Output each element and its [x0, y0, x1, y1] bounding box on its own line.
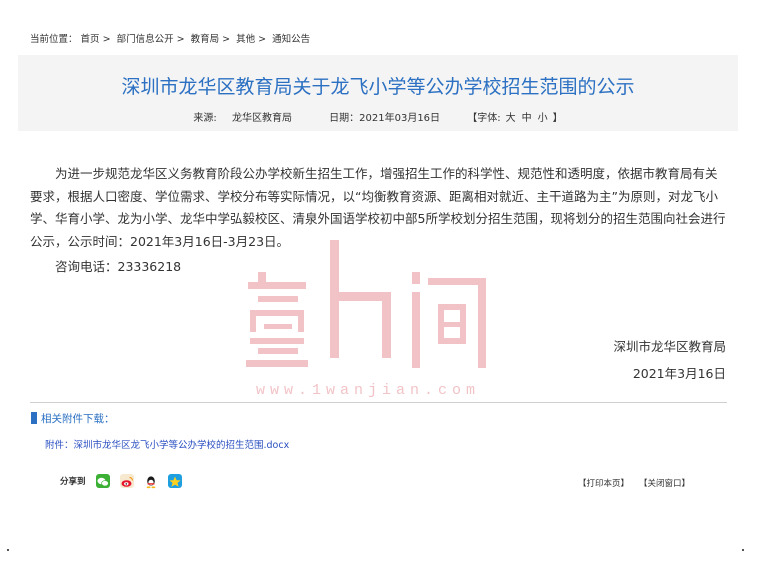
breadcrumb-home[interactable]: 首页	[81, 34, 100, 45]
watermark-logo: www.1wanjian.com	[246, 240, 486, 399]
source-label: 来源:	[193, 113, 217, 124]
page-title: 深圳市龙华区教育局关于龙飞小学等公办学校招生范围的公示	[121, 76, 635, 98]
corner-marker	[7, 549, 9, 551]
share-label: 分享到	[60, 477, 86, 487]
font-size-large-button[interactable]: 大	[506, 113, 516, 124]
contact-phone: 咨询电话：23336218	[55, 259, 182, 274]
publish-date: 日期：2021年03月16日	[329, 113, 441, 124]
breadcrumb-separator: >	[222, 34, 231, 45]
article-header: 深圳市龙华区教育局关于龙飞小学等公办学校招生范围的公示 来源: 龙华区教育局 日…	[18, 55, 738, 131]
share-bar: 分享到	[60, 474, 192, 489]
divider	[30, 402, 727, 403]
wechat-icon[interactable]	[95, 474, 110, 488]
breadcrumb-dept-info[interactable]: 部门信息公开	[117, 34, 174, 45]
font-size-label: 【字体:	[467, 113, 501, 124]
breadcrumb-separator: >	[102, 34, 111, 45]
article-meta: 来源: 龙华区教育局 日期：2021年03月16日 【字体: 大中小】	[18, 109, 738, 124]
font-size-close: 】	[552, 113, 563, 124]
watermark-text: www.1wanjian.com	[256, 382, 480, 399]
print-page-button[interactable]: 【打印本页】	[578, 477, 629, 489]
corner-marker	[742, 549, 744, 551]
breadcrumb: 当前位置： 首页 > 部门信息公开 > 教育局 > 其他 > 通知公告	[30, 31, 310, 45]
weibo-icon[interactable]	[119, 474, 134, 488]
breadcrumb-prefix: 当前位置：	[30, 34, 78, 45]
breadcrumb-separator: >	[176, 34, 185, 45]
signature-organization: 深圳市龙华区教育局	[613, 339, 726, 354]
font-size-medium-button[interactable]: 中	[522, 113, 532, 124]
qq-icon[interactable]	[143, 474, 158, 489]
breadcrumb-separator: >	[258, 34, 267, 45]
attachment-link[interactable]: 附件：深圳市龙华区龙飞小学等公办学校的招生范围.docx	[45, 437, 289, 451]
signature-date: 2021年3月16日	[632, 366, 726, 381]
qzone-icon[interactable]	[167, 474, 182, 488]
breadcrumb-education-bureau[interactable]: 教育局	[191, 34, 220, 45]
attachments-heading: 相关附件下载：	[31, 411, 115, 426]
font-size-small-button[interactable]: 小	[538, 113, 548, 124]
close-window-button[interactable]: 【关闭窗口】	[639, 477, 690, 489]
heading-bar-marker	[31, 412, 37, 424]
source-value: 龙华区教育局	[231, 113, 292, 124]
breadcrumb-other[interactable]: 其他	[236, 34, 255, 45]
attachments-heading-text: 相关附件下载：	[41, 413, 115, 425]
breadcrumb-notices[interactable]: 通知公告	[272, 34, 310, 45]
